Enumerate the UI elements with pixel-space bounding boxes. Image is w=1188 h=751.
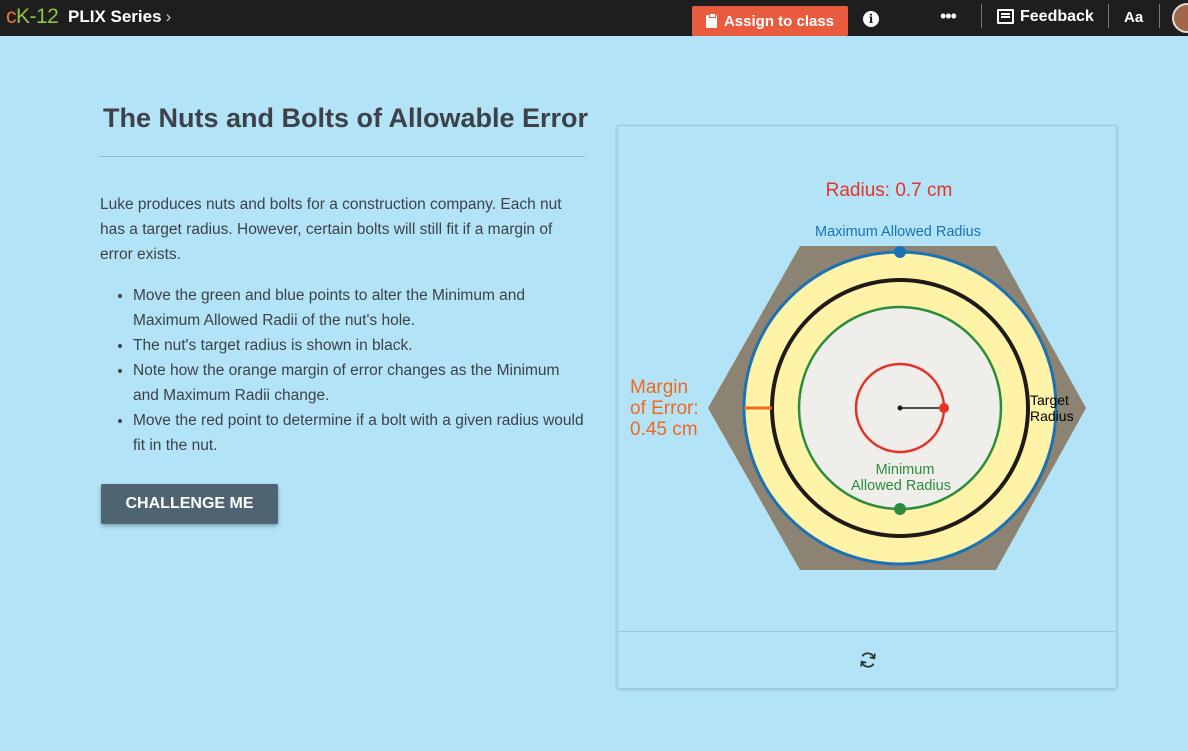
logo-k12: K-12 [16,5,59,28]
logo-c: c [6,5,17,28]
more-options-icon[interactable]: ••• [940,6,957,27]
max-radius-point[interactable] [894,246,906,258]
min-radius-point[interactable] [894,503,906,515]
page-title: The Nuts and Bolts of Allowable Error [103,103,589,133]
radius-readout: Radius: 0.7 cm [826,180,953,201]
plix-series-link[interactable]: PLIX Series › [68,7,171,27]
min-radius-label: Allowed Radius [851,478,951,494]
center-point [897,405,903,411]
target-radius-label: Radius [1030,408,1074,424]
bolt-radius-point[interactable] [939,403,949,413]
refresh-icon[interactable] [858,650,878,670]
interactive-panel: Radius: 0.7 cm Maximum Allowed Radius Mi… [617,125,1117,689]
target-radius-label: Target [1030,392,1069,408]
list-item: The nut's target radius is shown in blac… [133,333,585,358]
margin-of-error-value: 0.45 cm [630,419,698,440]
assign-to-class-button[interactable]: Assign to class [692,6,848,36]
panel-divider [618,631,1116,632]
feedback-icon[interactable] [997,9,1014,24]
list-item: Note how the orange margin of error chan… [133,358,585,408]
nut-diagram: Radius: 0.7 cm Maximum Allowed Radius Mi… [630,180,1086,570]
feedback-button[interactable]: Feedback [1020,8,1094,26]
list-item: Move the red point to determine if a bol… [133,408,585,458]
list-item: Move the green and blue points to alter … [133,283,585,333]
chevron-right-icon: › [165,7,172,26]
top-bar: cK-12 PLIX Series › Assign to class i •••… [0,0,1188,36]
ck12-logo[interactable]: cK-12 [6,5,59,29]
margin-of-error-label: of Error: [630,398,699,419]
title-divider [100,156,585,157]
min-radius-label: Minimum [876,462,935,478]
series-label: PLIX Series [68,7,162,26]
avatar[interactable] [1172,3,1188,33]
intro-paragraph: Luke produces nuts and bolts for a const… [100,196,562,263]
margin-of-error-label: Margin [630,377,688,398]
text-size-button[interactable]: Aa [1124,9,1143,26]
divider [981,4,982,28]
clipboard-icon [705,12,717,28]
info-icon[interactable]: i [863,11,879,27]
divider [1159,4,1160,28]
challenge-me-button[interactable]: CHALLENGE ME [101,484,278,524]
instruction-list: Move the green and blue points to alter … [100,283,585,458]
assign-label: Assign to class [723,12,835,30]
max-radius-label: Maximum Allowed Radius [815,224,981,240]
divider [1108,4,1109,28]
